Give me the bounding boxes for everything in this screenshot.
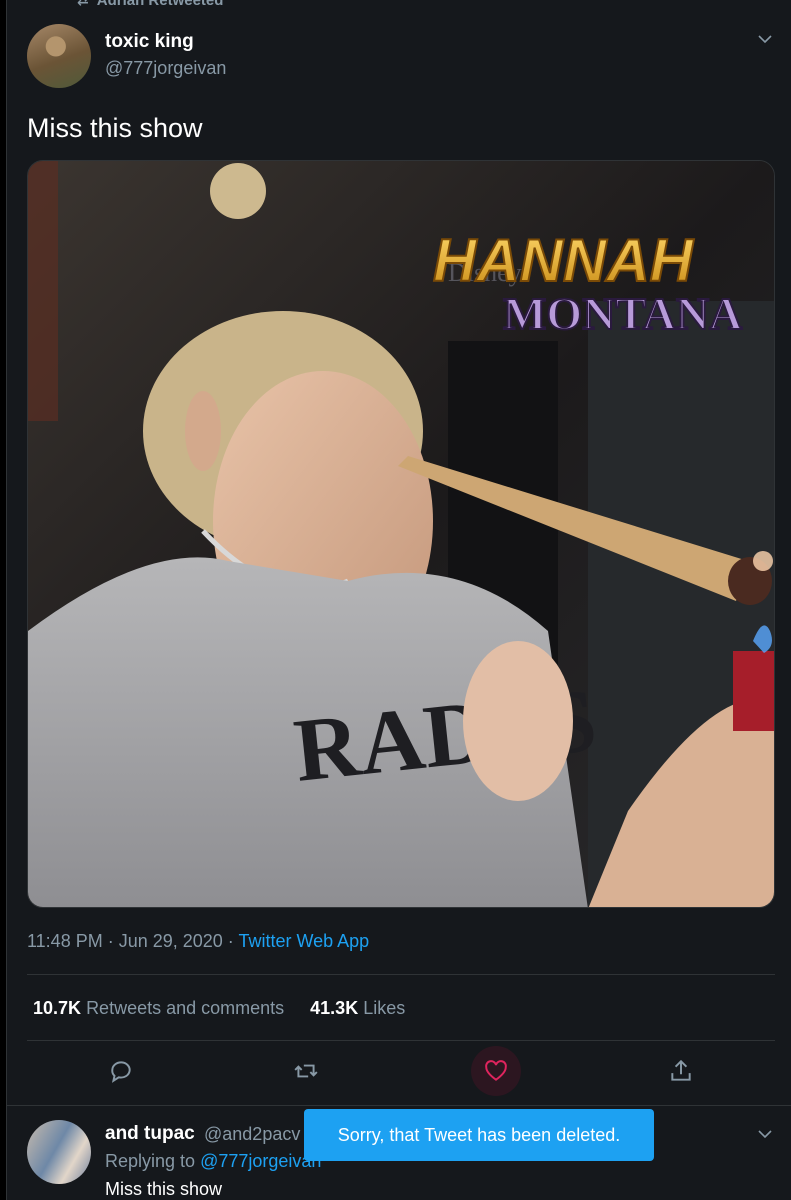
reply-text: Miss this show [105, 1179, 223, 1199]
retweets-count: 10.7K [33, 998, 82, 1018]
likes-stat[interactable]: 41.3K Likes [310, 998, 405, 1019]
tweet-text: Miss this show [27, 113, 203, 143]
author-handle[interactable]: @777jorgeivan [105, 58, 226, 79]
reply-button[interactable] [96, 1046, 146, 1096]
share-icon [671, 1059, 691, 1081]
timeline-column: ⇄ Adrian Retweeted toxic king @777jorgei… [6, 0, 791, 1200]
share-button[interactable] [656, 1046, 706, 1096]
likes-label: Likes [363, 998, 406, 1018]
logo-line2: MONTANA [503, 288, 742, 339]
divider [7, 1105, 791, 1106]
tweet-time[interactable]: 11:48 PM · Jun 29, 2020 · [27, 931, 238, 951]
divider [27, 974, 775, 975]
speech-bubble-icon [111, 1061, 131, 1083]
retweets-label: Retweets and comments [86, 998, 285, 1018]
retweet-banner-label[interactable]: Adrian Retweeted [97, 0, 224, 9]
likes-count: 41.3K [310, 998, 359, 1018]
reply-author-avatar[interactable] [27, 1120, 91, 1184]
divider [27, 1040, 775, 1041]
retweet-button[interactable] [281, 1046, 331, 1096]
chevron-down-icon[interactable] [757, 31, 773, 47]
replying-prefix: Replying to [105, 1151, 201, 1171]
tweet-actions-bar [7, 1046, 791, 1102]
logo-line1: HANNAH [433, 227, 695, 294]
retweet-small-icon: ⇄ [77, 0, 89, 8]
tweet-timestamp-line: 11:48 PM · Jun 29, 2020 · Twitter Web Ap… [27, 931, 369, 952]
tweet-stats: 10.7K Retweets and comments 41.3K Likes [33, 998, 405, 1019]
deleted-tweet-toast: Sorry, that Tweet has been deleted. [304, 1109, 654, 1161]
media-photo: RAD IS Disney HANNAH MONTANA [28, 161, 774, 907]
tweet-media[interactable]: RAD IS Disney HANNAH MONTANA [27, 160, 775, 908]
reply-author-handle[interactable]: @and2pacv [204, 1124, 300, 1145]
chevron-down-icon[interactable] [757, 1126, 773, 1142]
retweet-banner: ⇄ Adrian Retweeted [77, 0, 223, 9]
retweet-icon [294, 1064, 318, 1078]
author-name[interactable]: toxic king [105, 31, 194, 53]
tweet-source-link[interactable]: Twitter Web App [238, 931, 369, 951]
heart-icon [485, 1060, 507, 1081]
retweets-stat[interactable]: 10.7K Retweets and comments [33, 998, 284, 1019]
author-avatar[interactable] [27, 24, 91, 88]
reply-author-name[interactable]: and tupac [105, 1123, 195, 1145]
like-button[interactable] [471, 1046, 521, 1096]
replying-to-line: Replying to @777jorgeivan [105, 1151, 321, 1172]
